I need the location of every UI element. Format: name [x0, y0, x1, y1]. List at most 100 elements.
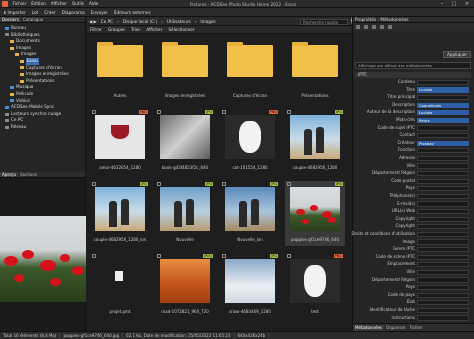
select-checkbox[interactable] — [222, 254, 226, 258]
filter-menu-3[interactable]: Afficher — [143, 27, 165, 32]
metadata-field-input[interactable]: Luciole — [417, 110, 469, 116]
menu-item-3[interactable]: Outils — [69, 1, 86, 6]
rating-icon[interactable] — [364, 25, 368, 29]
grid-item[interactable]: Autres — [90, 37, 150, 102]
metadata-field-input[interactable] — [417, 216, 469, 222]
menu-item-2[interactable]: Afficher — [48, 1, 69, 6]
grid-item[interactable]: PNG test — [285, 253, 345, 318]
slideshow-button[interactable]: Diaporama — [59, 10, 88, 15]
grid-item[interactable]: projet.pmt — [90, 253, 150, 318]
category-icon[interactable] — [388, 25, 392, 29]
menu-item-1[interactable]: Édition — [29, 1, 49, 6]
metadata-field-input[interactable] — [417, 239, 469, 245]
grid-item[interactable]: JPG Nouvelle_lon — [220, 181, 280, 246]
menu-item-4[interactable]: Aide — [86, 1, 100, 6]
metadata-field-input[interactable] — [417, 231, 469, 237]
grid-item[interactable]: Captures d'écran — [220, 37, 280, 102]
close-icon[interactable]: × — [461, 0, 473, 8]
grid-item[interactable]: Présentations — [285, 37, 345, 102]
breadcrumb-0[interactable]: Ce PC — [99, 19, 115, 24]
grid-item[interactable]: JPG poppies-gf1ce9746_640 — [285, 181, 345, 246]
tree-item[interactable]: Images — [0, 45, 85, 52]
color-label-icon[interactable] — [372, 25, 376, 29]
metadata-field-input[interactable] — [417, 315, 469, 321]
metadata-field-input[interactable]: Luciole — [417, 87, 469, 93]
metadata-field-input[interactable] — [417, 125, 469, 131]
tab-file[interactable]: Fichier — [408, 325, 425, 331]
metadata-field-input[interactable] — [417, 300, 469, 306]
tree-item[interactable]: Essai — [0, 57, 85, 65]
select-checkbox[interactable] — [222, 182, 226, 186]
metadata-field-input[interactable] — [417, 193, 469, 199]
select-checkbox[interactable] — [287, 110, 291, 114]
metadata-field-input[interactable] — [417, 178, 469, 184]
tab-catalog[interactable]: Catalogue — [21, 17, 45, 22]
metadata-field-input[interactable] — [417, 132, 469, 139]
metadata-field-input[interactable] — [417, 224, 469, 230]
grid-item[interactable]: PNG cat-101554_1280 — [220, 109, 280, 174]
grid-item[interactable]: PNG amor-4632054_1280 — [90, 109, 150, 174]
select-checkbox[interactable] — [92, 254, 96, 258]
select-checkbox[interactable] — [92, 110, 96, 114]
tab-preview[interactable]: Aperçu — [0, 172, 19, 177]
batch-button[interactable]: Lot — [29, 10, 41, 15]
tab-metadata[interactable]: Métadonnées — [353, 324, 384, 331]
metadata-field-input[interactable]: fleurs — [417, 117, 469, 123]
tag-icon[interactable] — [356, 25, 360, 29]
menu-item-0[interactable]: Fichier — [10, 1, 29, 6]
select-checkbox[interactable] — [157, 182, 161, 186]
maximize-icon[interactable]: □ — [448, 0, 460, 8]
metadata-field-input[interactable] — [417, 163, 469, 169]
select-checkbox[interactable] — [222, 110, 226, 114]
back-icon[interactable]: ◀ ▶ — [87, 19, 99, 24]
metadata-view-select[interactable]: Affichage par défaut des métadonnées — [355, 62, 471, 69]
tab-folders[interactable]: Dossiers — [0, 17, 21, 22]
external-editors-button[interactable]: Éditeurs externes — [111, 10, 154, 15]
tab-sections[interactable]: Sections — [18, 172, 39, 177]
create-button[interactable]: Créer — [41, 10, 58, 15]
filter-menu-4[interactable]: Sélectionner — [165, 27, 197, 32]
tree-item[interactable]: Vidéos — [0, 98, 85, 105]
tree-item[interactable]: Musique — [0, 84, 85, 91]
metadata-field-input[interactable] — [417, 254, 469, 260]
grid-item[interactable]: JPG book-gd3f4853f2c_640 — [155, 109, 215, 174]
metadata-field-input[interactable] — [417, 148, 469, 154]
metadata-field-input[interactable] — [417, 79, 469, 85]
select-checkbox[interactable] — [157, 254, 161, 258]
metadata-field-input[interactable] — [417, 94, 469, 101]
tree-item[interactable]: Bibliothèques — [0, 32, 85, 39]
metadata-field-input[interactable] — [417, 201, 469, 207]
import-button[interactable]: ⬇ Importer — [0, 10, 29, 15]
tree-item[interactable]: Images — [0, 51, 85, 58]
metadata-field-input[interactable] — [417, 269, 469, 275]
breadcrumb-1[interactable]: Disque local (C:) — [121, 19, 159, 24]
iptc-section[interactable]: IPTC — [355, 72, 471, 78]
metadata-field-input[interactable] — [417, 246, 469, 253]
grid-item[interactable]: JPEG road-1072821_960_720 — [155, 253, 215, 318]
metadata-field-input[interactable] — [417, 262, 469, 268]
select-checkbox[interactable] — [287, 254, 291, 258]
tree-item[interactable]: Lecteurs synchro nuage — [0, 111, 85, 118]
filter-menu-2[interactable]: Trier — [128, 27, 143, 32]
tree-item[interactable]: Pellicule — [0, 91, 85, 98]
tree-item[interactable]: Bureau — [0, 25, 85, 32]
metadata-field-input[interactable]: Pixabay — [417, 140, 469, 146]
select-checkbox[interactable] — [287, 182, 291, 186]
metadata-field-input[interactable] — [417, 170, 469, 177]
quick-search-input[interactable]: Recherche rapide — [300, 18, 348, 25]
metadata-field-input[interactable] — [417, 284, 469, 291]
grid-item[interactable]: Images enregistrées — [155, 37, 215, 102]
metadata-field-input[interactable] — [417, 277, 469, 283]
tree-item[interactable]: Documents — [0, 38, 85, 45]
tree-item[interactable]: Présentations — [0, 78, 85, 85]
grid-item[interactable]: JPG Nouvelle — [155, 181, 215, 246]
tree-item[interactable]: Ce PC — [0, 117, 85, 124]
tree-item[interactable]: ACDSee Mobile Sync — [0, 104, 85, 111]
metadata-field-input[interactable] — [417, 208, 469, 215]
metadata-field-input[interactable]: Coquelicots — [417, 102, 469, 108]
tab-organize[interactable]: Organiser — [384, 325, 408, 331]
select-checkbox[interactable] — [157, 110, 161, 114]
tree-item[interactable]: Captures d'écran — [0, 65, 85, 72]
select-checkbox[interactable] — [92, 182, 96, 186]
send-button[interactable]: Envoyer — [88, 10, 111, 15]
